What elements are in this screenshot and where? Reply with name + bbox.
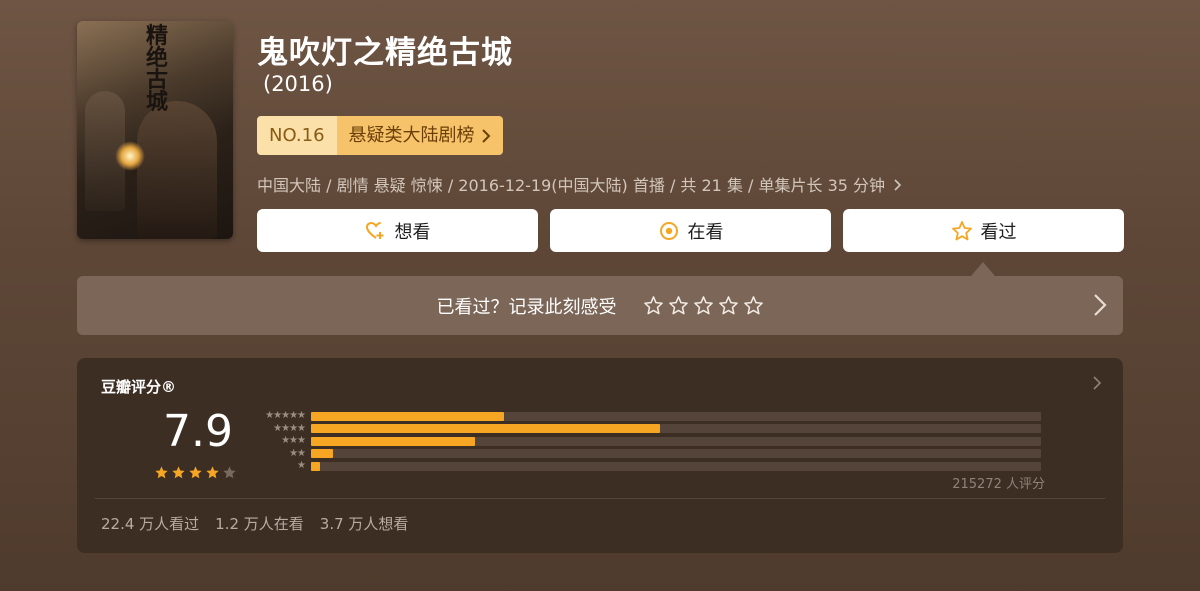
divider bbox=[95, 498, 1105, 499]
rating-label: 豆瓣评分® bbox=[101, 378, 177, 396]
rank-category-label: 悬疑类大陆剧榜 bbox=[348, 125, 475, 146]
poster-title-art: 精绝古城 bbox=[145, 23, 168, 115]
distribution-track bbox=[311, 461, 1041, 471]
rating-stars bbox=[154, 465, 237, 480]
star-outline-icon[interactable] bbox=[718, 295, 739, 316]
star-outline-icon[interactable] bbox=[668, 295, 689, 316]
star-filled-icon bbox=[206, 466, 219, 479]
heart-plus-icon bbox=[365, 220, 387, 242]
distribution-bar bbox=[311, 424, 660, 434]
star-filled-icon bbox=[155, 466, 168, 479]
want-to-watch-button[interactable]: 想看 bbox=[257, 209, 538, 252]
watching-count[interactable]: 1.2 万人在看 bbox=[215, 513, 304, 534]
star-outline-icon[interactable] bbox=[743, 295, 764, 316]
want-to-watch-label: 想看 bbox=[394, 221, 431, 243]
distribution-row: ★★★★★ bbox=[253, 410, 1041, 423]
popover-caret bbox=[971, 262, 995, 276]
star-empty-icon bbox=[223, 466, 236, 479]
distribution-track bbox=[311, 424, 1041, 434]
distribution-row: ★★ bbox=[253, 448, 1041, 461]
watched-count[interactable]: 22.4 万人看过 bbox=[101, 513, 199, 534]
chevron-right-icon[interactable] bbox=[1093, 293, 1107, 317]
wish-count[interactable]: 3.7 万人想看 bbox=[320, 513, 409, 534]
star-icon bbox=[951, 220, 973, 242]
chevron-right-icon bbox=[894, 179, 902, 191]
chevron-right-icon bbox=[481, 128, 490, 143]
douban-rating-panel[interactable]: 豆瓣评分® 7.9 ★★★★★ ★★★★ ★★★ ★★ ★ 215272 人评分 22.… bbox=[77, 358, 1123, 553]
distribution-bar bbox=[311, 411, 505, 421]
record-star-rating[interactable] bbox=[643, 295, 764, 316]
meta-info[interactable]: 中国大陆 / 剧情 悬疑 惊悚 / 2016-12-19(中国大陆) 首播 / … bbox=[257, 172, 902, 196]
distribution-track bbox=[311, 449, 1041, 459]
distribution-track bbox=[311, 436, 1041, 446]
distribution-row: ★ bbox=[253, 460, 1041, 473]
release-year: (2016) bbox=[263, 72, 333, 96]
rating-score: 7.9 bbox=[163, 406, 233, 457]
rank-badge[interactable]: NO.16 悬疑类大陆剧榜 bbox=[257, 116, 503, 155]
rating-distribution: ★★★★★ ★★★★ ★★★ ★★ ★ bbox=[253, 410, 1041, 473]
watching-label: 在看 bbox=[687, 221, 724, 243]
distribution-star-label: ★★★ bbox=[281, 435, 306, 447]
poster-light bbox=[115, 141, 145, 171]
record-prompt: 已看过？记录此刻感受 bbox=[436, 296, 617, 318]
watched-button[interactable]: 看过 bbox=[843, 209, 1124, 252]
rank-category: 悬疑类大陆剧榜 bbox=[336, 116, 503, 155]
poster-figure-main bbox=[137, 101, 217, 239]
distribution-bar bbox=[311, 436, 475, 446]
star-outline-icon[interactable] bbox=[693, 295, 714, 316]
distribution-track bbox=[311, 411, 1041, 421]
watched-label: 看过 bbox=[980, 221, 1017, 243]
distribution-star-label: ★★ bbox=[289, 447, 306, 459]
record-feeling-bar[interactable]: 已看过？记录此刻感受 bbox=[77, 276, 1123, 335]
distribution-bar bbox=[311, 449, 333, 459]
page-title: 鬼吹灯之精绝古城 bbox=[257, 35, 513, 71]
star-filled-icon bbox=[172, 466, 185, 479]
distribution-row: ★★★★ bbox=[253, 423, 1041, 436]
distribution-star-label: ★ bbox=[297, 460, 306, 472]
rank-number: NO.16 bbox=[257, 116, 337, 155]
distribution-row: ★★★ bbox=[253, 435, 1041, 448]
target-icon bbox=[658, 220, 680, 242]
distribution-star-label: ★★★★★ bbox=[265, 410, 306, 422]
watch-stats: 22.4 万人看过 1.2 万人在看 3.7 万人想看 bbox=[101, 513, 408, 534]
distribution-bar bbox=[311, 461, 321, 471]
chevron-right-icon[interactable] bbox=[1093, 376, 1101, 390]
poster-image[interactable]: 精绝古城 bbox=[77, 21, 233, 239]
watching-button[interactable]: 在看 bbox=[550, 209, 831, 252]
star-outline-icon[interactable] bbox=[643, 295, 664, 316]
distribution-star-label: ★★★★ bbox=[273, 422, 306, 434]
star-filled-icon bbox=[189, 466, 202, 479]
rating-count: 215272 人评分 bbox=[952, 477, 1045, 492]
meta-text: 中国大陆 / 剧情 悬疑 惊悚 / 2016-12-19(中国大陆) 首播 / … bbox=[257, 176, 886, 195]
